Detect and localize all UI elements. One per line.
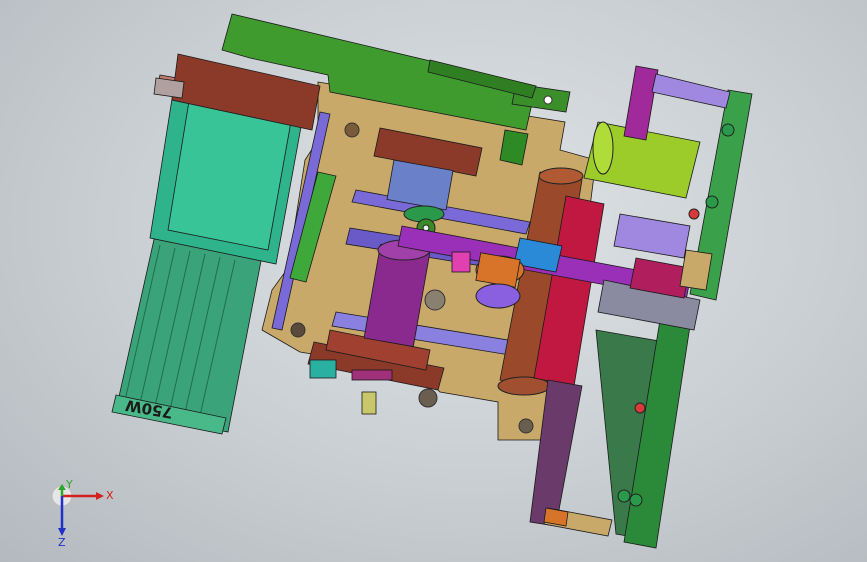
lime-cylinder-end [592,121,614,175]
column-top [538,167,584,185]
x-axis-arrow [96,492,104,500]
x-axis-label: X [106,489,114,502]
bolt [634,402,646,414]
plate-hole [518,418,534,434]
bolt [617,489,631,503]
gray-tab[interactable] [153,77,185,99]
bolt [629,493,643,507]
bolt [705,195,719,209]
plate-hole [290,322,306,338]
magenta-clip[interactable] [351,369,393,381]
bolt [543,95,553,105]
yellow-bracket[interactable] [679,249,713,291]
yellow-pin[interactable] [361,391,377,415]
pink-bracket[interactable] [451,251,471,273]
bolt [721,123,735,137]
3d-viewport[interactable]: 750W X Y Z [0,0,867,562]
teal-clip[interactable] [309,359,337,379]
lavender-link[interactable] [651,73,731,109]
coordinate-triad: X Y Z [51,478,114,548]
z-axis-label: Z [58,536,66,548]
bolt [688,208,700,220]
purple-bracket-top[interactable] [623,65,659,141]
y-axis-label: Y [65,478,73,491]
violet-cylinder[interactable] [475,283,521,309]
lavender-plate[interactable] [613,213,691,259]
plate-hole [344,122,360,138]
z-axis-arrow [58,528,66,536]
cad-model[interactable]: 750W [0,0,867,562]
plate-hole [424,289,446,311]
plate-hole [418,388,438,408]
